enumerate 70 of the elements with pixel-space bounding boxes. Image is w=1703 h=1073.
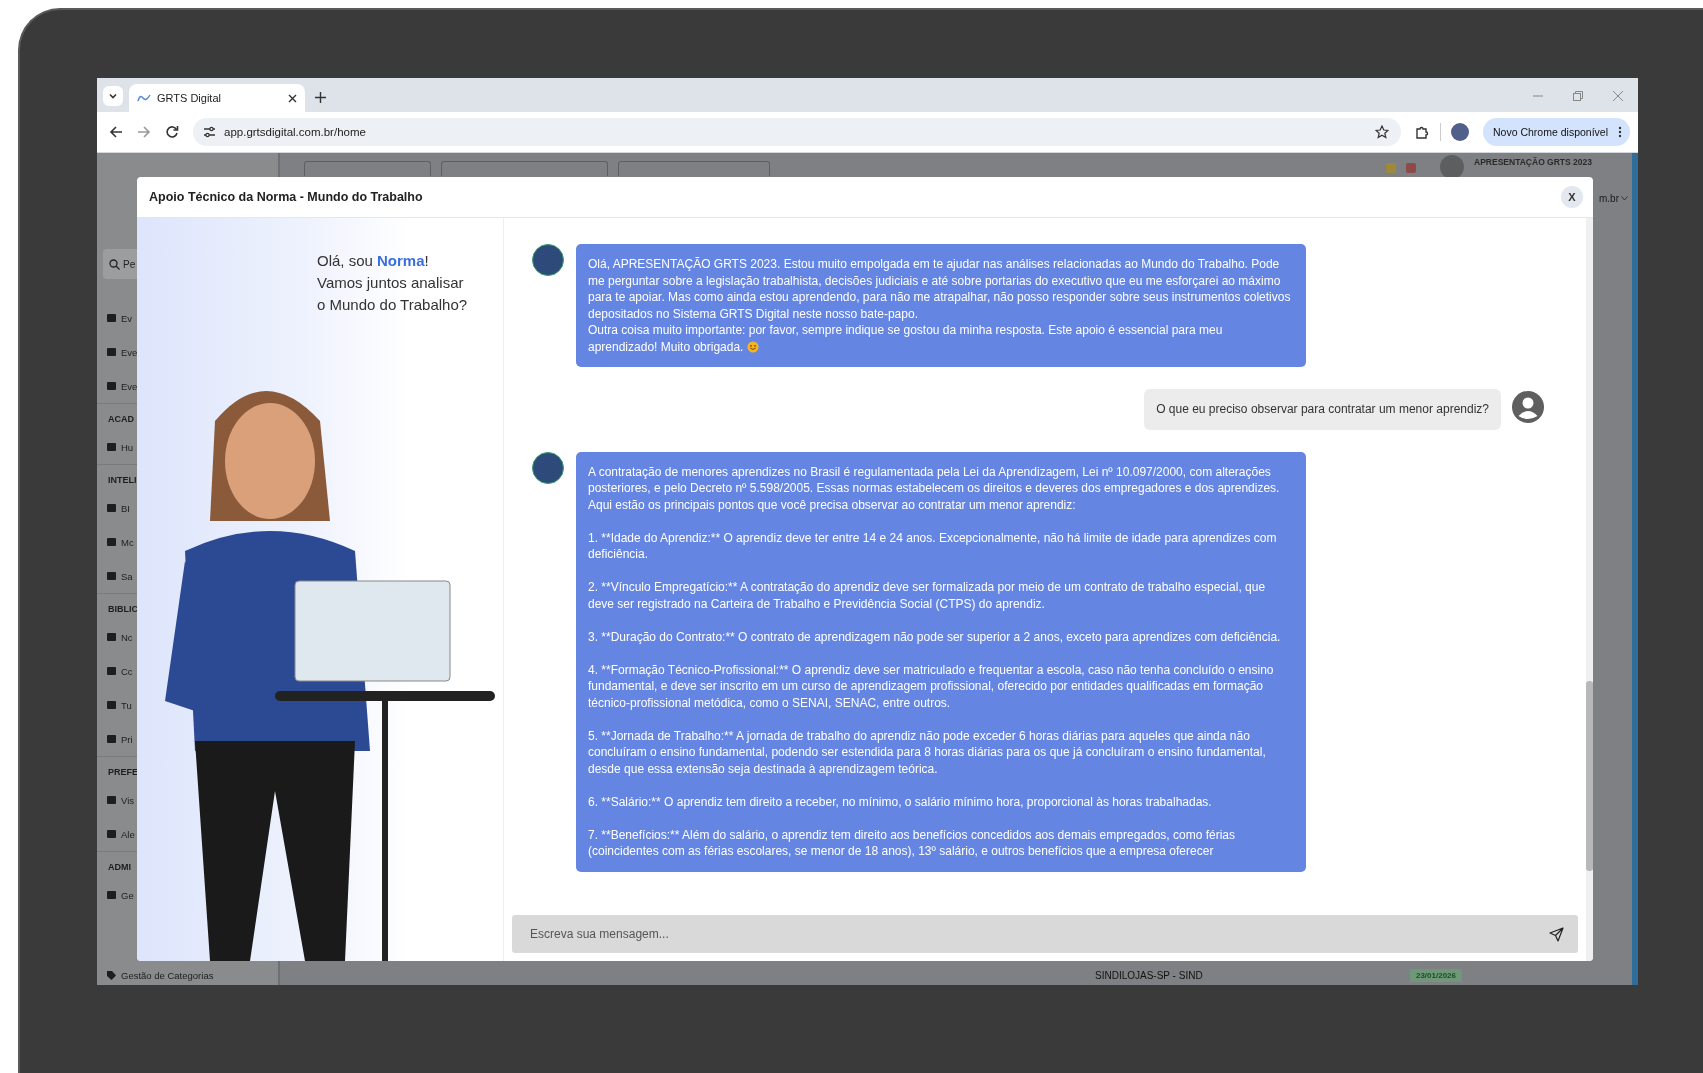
message-input[interactable]: Escreva sua mensagem... — [512, 915, 1578, 953]
search-placeholder: Pe — [123, 258, 136, 270]
square-icon — [107, 701, 116, 709]
sidebar-item[interactable]: BI — [97, 491, 278, 525]
close-icon[interactable] — [288, 93, 297, 103]
sidebar-item[interactable]: Nc — [97, 620, 278, 654]
avatar-placeholder[interactable] — [1440, 155, 1465, 179]
list-row-name: SINDILOJAS-SP - SIND — [1095, 969, 1203, 981]
sidebar-item[interactable]: Ev — [97, 301, 278, 335]
send-icon[interactable] — [1549, 927, 1564, 942]
puzzle-icon[interactable] — [1415, 124, 1430, 140]
user-name: APRESENTAÇÃO GRTS 2023 — [1474, 157, 1592, 167]
update-chrome-button[interactable]: Novo Chrome disponível — [1483, 118, 1630, 146]
assistant-avatar — [532, 244, 564, 276]
square-icon — [107, 443, 116, 451]
assistant-avatar — [532, 451, 564, 484]
sidebar-item[interactable]: Ge — [97, 878, 278, 912]
square-icon — [107, 382, 116, 390]
chevron-down-icon[interactable] — [1621, 196, 1628, 201]
square-icon — [107, 735, 116, 743]
new-tab-icon[interactable] — [315, 92, 326, 103]
sidebar-item[interactable]: Vis — [97, 783, 278, 817]
chevron-down-icon — [108, 91, 118, 101]
sidebar-item[interactable]: Hu — [97, 430, 278, 464]
user-message: O que eu preciso observar para contratar um menor aprendiz? — [1144, 389, 1501, 430]
square-icon — [107, 891, 116, 899]
restore-icon[interactable] — [1573, 91, 1583, 101]
date-badge: 23/01/2026 — [1409, 968, 1462, 982]
user-avatar-icon — [1512, 391, 1544, 423]
greeting-text: Olá, sou Norma! Vamos juntos analisar o Mundo do Trabalho? — [317, 251, 469, 315]
tab-title: GRTS Digital — [157, 92, 222, 104]
square-icon — [107, 830, 116, 838]
address-bar[interactable]: app.grtsdigital.com.br/home — [193, 118, 1401, 146]
square-icon — [107, 538, 116, 546]
sidebar-item[interactable]: Eve — [97, 335, 278, 369]
site-logo-icon — [137, 93, 151, 103]
site-settings-icon[interactable] — [203, 126, 216, 138]
sidebar-item[interactable]: Tu — [97, 688, 278, 722]
square-icon — [107, 633, 116, 641]
sidebar-item[interactable]: Cc — [97, 654, 278, 688]
scrollbar[interactable] — [1632, 153, 1638, 985]
forward-arrow-icon[interactable] — [137, 125, 151, 139]
tab-list-button[interactable] — [103, 86, 123, 106]
dialog-title: Apoio Técnico da Norma - Mundo do Trabalho — [149, 190, 423, 204]
square-icon — [107, 314, 116, 322]
close-button[interactable]: X — [1561, 186, 1583, 208]
domain-text: m.br — [1599, 193, 1619, 204]
square-icon — [107, 348, 116, 356]
scrollbar[interactable] — [1586, 218, 1593, 961]
square-icon — [107, 504, 116, 512]
more-icon[interactable] — [1618, 126, 1622, 138]
url-text: app.grtsdigital.com.br/home — [224, 126, 366, 138]
tag-icon — [107, 971, 116, 980]
search-icon — [109, 258, 120, 270]
sidebar-item[interactable]: Sa — [97, 559, 278, 593]
square-icon — [107, 667, 116, 675]
browser-tab[interactable]: GRTS Digital — [129, 84, 305, 112]
profile-avatar[interactable] — [1451, 123, 1469, 141]
reload-icon[interactable] — [165, 125, 179, 139]
square-icon — [107, 796, 116, 804]
star-icon[interactable] — [1375, 125, 1389, 139]
back-arrow-icon[interactable] — [109, 125, 123, 139]
assistant-message: A contratação de menores aprendizes no Brasil é regulamentada pela Lei da Aprendizagem, Lei nº 10.097/2000, com alterações posteriores, e pelo Decreto nº 5.598/2005. Essas normas estabelecem os direitos e deveres dos empregadores e dos aprendizes. Aqui estão os principais pontos que você precisa observar ao contratar um menor aprendiz: 1. **Idade do Aprendiz:** O aprendiz deve ter entre 14 e 24 anos. Excepcionalmente, não há limite de idade para aprendizes com deficiência. 2. **Vínculo Empregatício:** A contratação do aprendiz deve ser formalizada por meio de um contrato de trabalho especial, que deve ser registrado na Carteira de Trabalho e Previdência Social (CTPS) do aprendiz. 3. **Duração do Contrato:** O contrato de aprendizagem não pode ser superior a 2 anos, exceto para aprendizes com deficiência. 4. **Formação Técnico-Profissional:** O aprendiz deve ser matriculado e frequentar a escola, caso não tenha concluído o ensino fundamental, e deve ser inscrito em um curso de aprendizagem profissional, oferecido por entidades qualificadas em formação técnico-profissional metódica, como o SENAI, SENAC, entre outros. 5. **Jornada de Trabalho:** A jornada de trabalho do aprendiz não pode exceder 6 horas diárias para aqueles que ainda não concluíram o ensino fundamental, podendo ser estendida para 8 horas diárias para os que já concluíram o ensino fundamental, desde que essa extensão seja destinada à aprendizagem teórica. 6. **Salário:** O aprendiz tem direito a receber, no mínimo, o salário mínimo hora, proporcional às horas trabalhadas. 7. **Benefícios:** Além do salário, o aprendiz tem direito aos benefícios concedidos aos demais empregados, como férias (coincidentes com as férias escolares, se menor de 18 anos), 13º salário, e outros benefícios que a empresa oferecer — [576, 451, 1306, 872]
sidebar-item[interactable]: Pri — [97, 722, 278, 756]
sidebar-item[interactable]: Gestão de Categorias — [97, 970, 278, 981]
sidebar-item[interactable]: Eve — [97, 369, 278, 403]
sidebar-item[interactable]: Mc — [97, 525, 278, 559]
square-icon — [107, 572, 116, 580]
sidebar-item[interactable]: Ale — [97, 817, 278, 851]
assistant-message: Olá, APRESENTAÇÃO GRTS 2023. Estou muito empolgada em te ajudar nas análises relacionadas ao Mundo do Trabalho. Pode me perguntar sobre a legislação trabalhista, decisões judiciais e até sobre portarias do executivo que eu me esforçarei ao máximo para te apoiar. Mas como ainda estou aprendendo, para não me atrapalhar, não posso responder sobre seus instrumentos coletivos depositados no Sistema GRTS Digital neste nosso bate-papo. Outra coisa muito importante: por favor, sempre indique se gostou da minha resposta. Este apoio é essencial para meu aprendizado! Muito obrigada. — [576, 244, 1306, 367]
